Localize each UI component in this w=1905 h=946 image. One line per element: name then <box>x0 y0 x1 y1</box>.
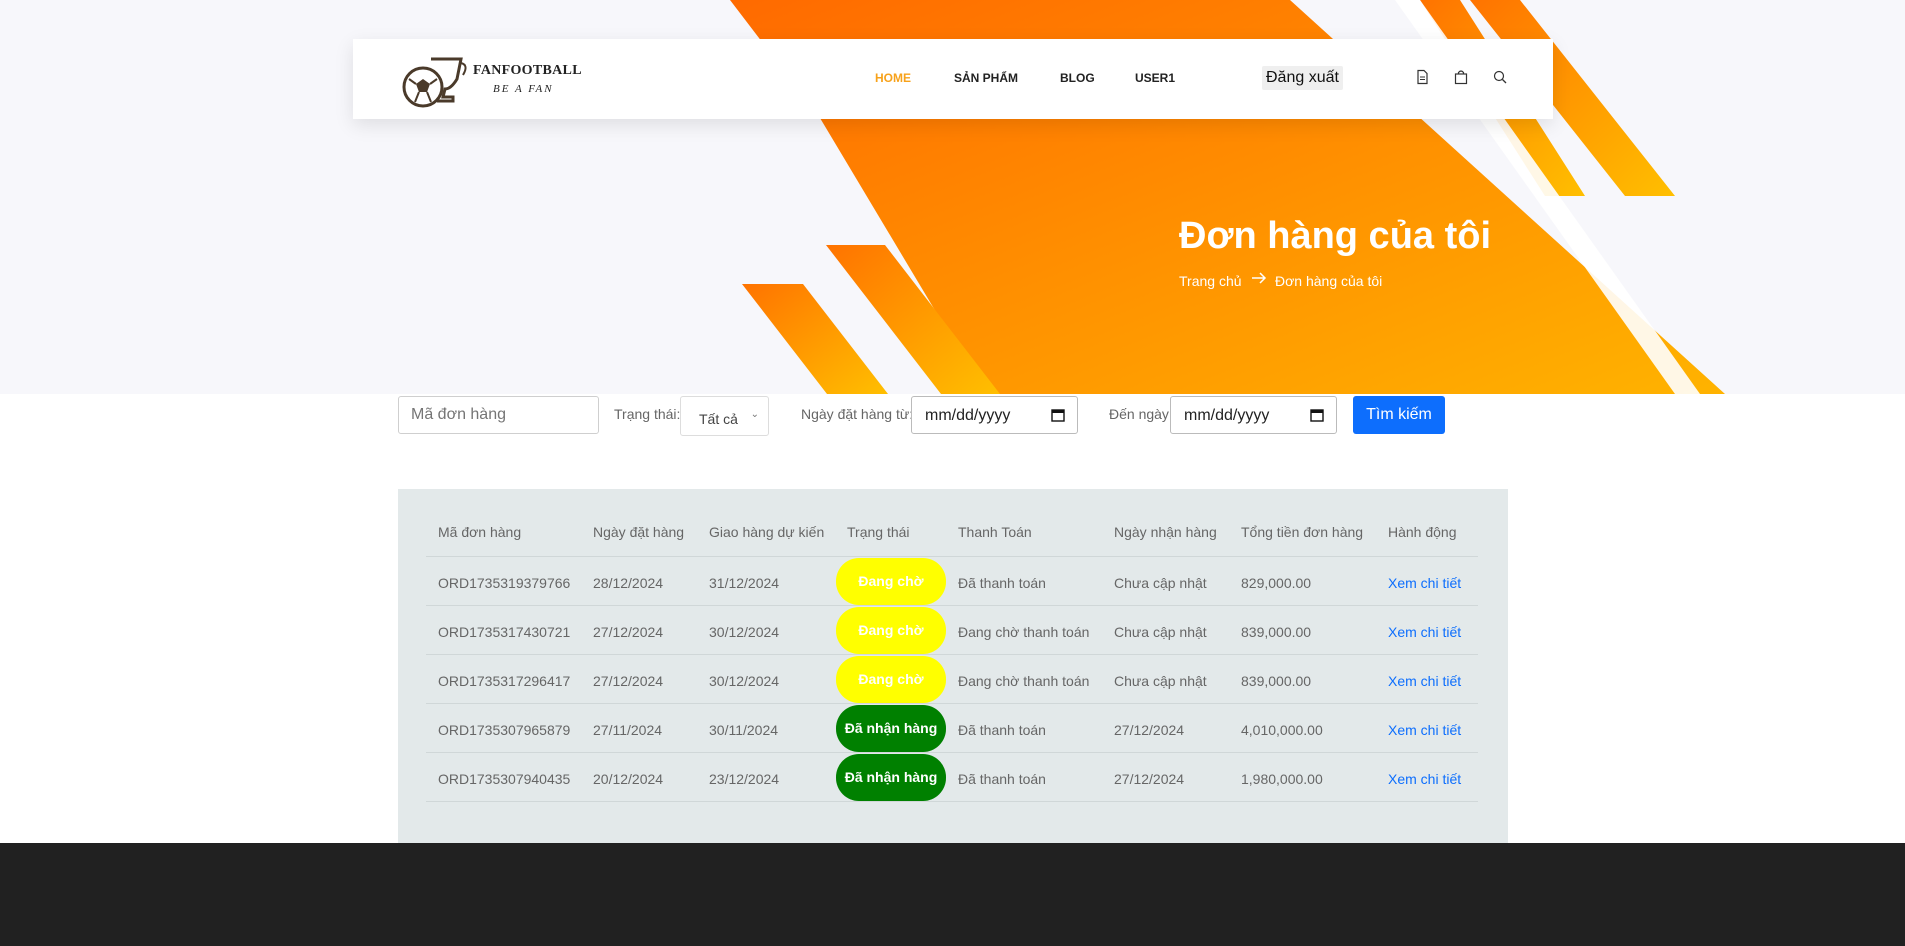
nav-blog[interactable]: BLOG <box>1060 71 1095 85</box>
received-date: 27/12/2024 <box>1114 771 1185 787</box>
calendar-icon[interactable] <box>1051 408 1065 422</box>
order-total: 4,010,000.00 <box>1241 722 1323 738</box>
expected-date: 30/12/2024 <box>709 673 780 689</box>
trophy-ball-logo-icon <box>402 57 467 108</box>
received-date: Chưa cập nhật <box>1114 624 1207 640</box>
brand-name: FANFOOTBALL <box>473 63 582 78</box>
orders-table: Mã đơn hàng Ngày đặt hàng Giao hàng dự k… <box>398 489 1508 844</box>
col-received-date: Ngày nhận hàng <box>1114 524 1217 540</box>
nav-user[interactable]: USER1 <box>1135 71 1175 85</box>
expected-date: 31/12/2024 <box>709 575 780 591</box>
breadcrumb-current: Đơn hàng của tôi <box>1275 273 1383 289</box>
search-icon[interactable] <box>1492 69 1510 87</box>
col-status: Trạng thái <box>847 524 910 540</box>
date-to-label: Đến ngày: <box>1109 406 1173 422</box>
col-expected-delivery: Giao hàng dự kiến <box>709 524 825 540</box>
order-total: 829,000.00 <box>1241 575 1312 591</box>
order-code-input[interactable] <box>398 396 599 434</box>
brand-tagline: BE A FAN <box>493 83 554 95</box>
order-total: 839,000.00 <box>1241 624 1312 640</box>
page-title: Đơn hàng của tôi <box>1179 215 1492 257</box>
view-details-link[interactable]: Xem chi tiết <box>1388 673 1461 689</box>
order-date: 27/12/2024 <box>593 673 664 689</box>
received-date: Chưa cập nhật <box>1114 575 1207 591</box>
status-badge: Đã nhận hàng <box>836 705 946 752</box>
nav-home[interactable]: HOME <box>875 71 911 85</box>
order-code: ORD1735307940435 <box>438 771 571 787</box>
status-badge: Đang chờ <box>836 607 946 654</box>
status-badge: Đã nhận hàng <box>836 754 946 801</box>
order-date: 28/12/2024 <box>593 575 664 591</box>
table-row: ORD1735307940435 20/12/2024 23/12/2024 Đ… <box>426 753 1478 802</box>
order-code: ORD1735319379766 <box>438 575 571 591</box>
table-row: ORD1735317430721 27/12/2024 30/12/2024 Đ… <box>426 606 1478 655</box>
date-to-input[interactable]: mm/dd/yyyy <box>1170 396 1337 434</box>
status-badge: Đang chờ <box>836 558 946 605</box>
col-total: Tổng tiền đơn hàng <box>1241 524 1364 540</box>
order-code: ORD1735317430721 <box>438 624 571 640</box>
status-badge: Đang chờ <box>836 656 946 703</box>
shopping-bag-icon[interactable] <box>1453 69 1471 87</box>
table-row: ORD1735307965879 27/11/2024 30/11/2024 Đ… <box>426 704 1478 753</box>
expected-date: 30/12/2024 <box>709 624 780 640</box>
order-date: 27/11/2024 <box>593 722 663 738</box>
view-details-link[interactable]: Xem chi tiết <box>1388 722 1461 738</box>
col-order-code: Mã đơn hàng <box>438 524 522 540</box>
expected-date: 30/11/2024 <box>709 722 779 738</box>
logout-button[interactable]: Đăng xuất <box>1262 66 1343 90</box>
received-date: Chưa cập nhật <box>1114 673 1207 689</box>
view-details-link[interactable]: Xem chi tiết <box>1388 575 1461 591</box>
table-row: ORD1735319379766 28/12/2024 31/12/2024 Đ… <box>426 557 1478 606</box>
view-details-link[interactable]: Xem chi tiết <box>1388 771 1461 787</box>
payment-status: Đã thanh toán <box>958 722 1046 738</box>
col-payment: Thanh Toán <box>958 524 1032 540</box>
order-total: 1,980,000.00 <box>1241 771 1323 787</box>
date-from-label: Ngày đặt hàng từ: <box>801 406 914 422</box>
site-footer <box>0 843 1905 946</box>
col-action: Hành động <box>1388 524 1457 540</box>
payment-status: Đang chờ thanh toán <box>958 673 1090 689</box>
order-total: 839,000.00 <box>1241 673 1312 689</box>
breadcrumb-home[interactable]: Trang chủ <box>1179 273 1242 289</box>
date-from-input[interactable]: mm/dd/yyyy <box>911 396 1078 434</box>
order-date: 27/12/2024 <box>593 624 664 640</box>
date-to-value: mm/dd/yyyy <box>1184 407 1270 424</box>
order-code: ORD1735317296417 <box>438 673 571 689</box>
payment-status: Đã thanh toán <box>958 771 1046 787</box>
document-icon[interactable] <box>1414 69 1432 87</box>
order-code: ORD1735307965879 <box>438 722 571 738</box>
chevron-down-icon: ⌄ <box>750 409 759 420</box>
search-button[interactable]: Tìm kiếm <box>1353 396 1445 434</box>
status-filter-label: Trạng thái: <box>614 406 681 422</box>
payment-status: Đang chờ thanh toán <box>958 624 1090 640</box>
site-header: FANFOOTBALL BE A FAN HOME SẢN PHẨM BLOG … <box>353 39 1553 119</box>
site-logo[interactable]: FANFOOTBALL BE A FAN <box>401 57 582 108</box>
date-from-value: mm/dd/yyyy <box>925 407 1011 424</box>
view-details-link[interactable]: Xem chi tiết <box>1388 624 1461 640</box>
nav-products[interactable]: SẢN PHẨM <box>954 71 1018 85</box>
col-order-date: Ngày đặt hàng <box>593 524 685 540</box>
table-header: Mã đơn hàng Ngày đặt hàng Giao hàng dự k… <box>426 524 1478 557</box>
order-date: 20/12/2024 <box>593 771 664 787</box>
status-select-value: Tất cả <box>699 411 738 427</box>
payment-status: Đã thanh toán <box>958 575 1046 591</box>
received-date: 27/12/2024 <box>1114 722 1185 738</box>
table-row: ORD1735317296417 27/12/2024 30/12/2024 Đ… <box>426 655 1478 704</box>
expected-date: 23/12/2024 <box>709 771 780 787</box>
calendar-icon[interactable] <box>1310 408 1324 422</box>
status-select[interactable]: Tất cả ⌄ <box>680 396 769 436</box>
